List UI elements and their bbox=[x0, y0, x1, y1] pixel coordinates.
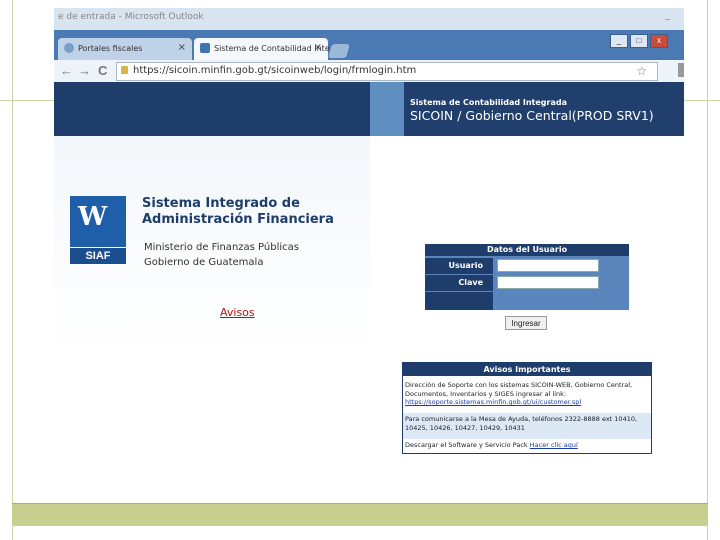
minimize-icon[interactable]: _ bbox=[665, 10, 670, 20]
login-box: Datos del Usuario Usuario Clave bbox=[425, 244, 629, 310]
ministry-name: Ministerio de Finanzas Públicas Gobierno… bbox=[144, 240, 299, 270]
notice-item: Descargar el Software y Servicio Pack Ha… bbox=[403, 439, 651, 453]
notices-heading: Avisos Importantes bbox=[403, 363, 651, 376]
header-stripe bbox=[370, 82, 404, 136]
wrench-icon[interactable] bbox=[678, 63, 684, 77]
tab-sicoin[interactable]: Sistema de Contabilidad Inte × bbox=[194, 38, 330, 60]
notice-text: Descargar el Software y Servicio Pack bbox=[405, 441, 528, 449]
user-label: Usuario bbox=[425, 258, 493, 274]
tab-label: Portales fiscales bbox=[78, 44, 143, 53]
back-arrow-icon[interactable]: ← bbox=[60, 63, 73, 78]
notice-text: Dirección de Soporte con los sistemas SI… bbox=[405, 381, 633, 398]
tab-strip: Portales fiscales × Sistema de Contabili… bbox=[54, 30, 684, 60]
system-title: Sistema Integrado de Administración Fina… bbox=[142, 196, 334, 228]
avisos-link[interactable]: Avisos bbox=[220, 306, 255, 319]
password-input[interactable] bbox=[497, 276, 599, 289]
notice-item: Para comunicarse a la Mesa de Ayuda, tel… bbox=[403, 413, 651, 439]
address-bar[interactable]: https://sicoin.minfin.gob.gt/sicoinweb/l… bbox=[116, 62, 658, 81]
slide-frame-left bbox=[12, 0, 13, 540]
login-password-row: Clave bbox=[425, 275, 629, 291]
header-title: SICOIN / Gobierno Central(PROD SRV1) bbox=[410, 108, 654, 123]
header-left-banner bbox=[54, 82, 370, 136]
tab-portales-fiscales[interactable]: Portales fiscales × bbox=[58, 38, 192, 60]
address-url[interactable]: https://sicoin.minfin.gob.gt/sicoinweb/l… bbox=[133, 65, 416, 76]
siaf-logo: W SIAF bbox=[70, 196, 126, 264]
forward-arrow-icon[interactable]: → bbox=[78, 63, 91, 78]
siaf-emblem-icon: W bbox=[78, 202, 108, 232]
close-icon[interactable]: × bbox=[314, 42, 322, 53]
slide-frame-right bbox=[707, 0, 708, 540]
notice-text: Para comunicarse a la Mesa de Ayuda, tel… bbox=[405, 415, 638, 432]
browser-toolbar: ← → C https://sicoin.minfin.gob.gt/sicoi… bbox=[54, 60, 684, 83]
window-titlebar: e de entrada - Microsoft Outlook _ bbox=[54, 8, 684, 30]
notices-box: Avisos Importantes Dirección de Soporte … bbox=[402, 362, 652, 454]
window-close-button[interactable]: x bbox=[650, 34, 668, 48]
lock-icon bbox=[121, 66, 128, 74]
page-content: Sistema de Contabilidad Integrada SICOIN… bbox=[54, 82, 684, 498]
login-heading: Datos del Usuario bbox=[425, 244, 629, 256]
window-minimize-button[interactable]: _ bbox=[610, 34, 628, 48]
user-input[interactable] bbox=[497, 259, 599, 272]
login-footer bbox=[425, 292, 493, 310]
bookmark-star-icon[interactable]: ☆ bbox=[636, 64, 647, 78]
globe-icon bbox=[64, 43, 74, 53]
notice-link[interactable]: https://soporte.sistemas.minfin.gob.gt/u… bbox=[405, 398, 581, 406]
browser-window: e de entrada - Microsoft Outlook _ Porta… bbox=[54, 8, 684, 498]
window-maximize-button[interactable]: □ bbox=[630, 34, 648, 48]
notice-link[interactable]: Hacer clic aquí bbox=[530, 441, 578, 449]
reload-icon[interactable]: C bbox=[98, 63, 107, 78]
window-title: e de entrada - Microsoft Outlook bbox=[58, 12, 204, 22]
header-subtitle: Sistema de Contabilidad Integrada bbox=[410, 98, 567, 107]
close-icon[interactable]: × bbox=[178, 42, 186, 53]
system-title-line1: Sistema Integrado de bbox=[142, 196, 300, 211]
system-title-line2: Administración Financiera bbox=[142, 212, 334, 227]
new-tab-button[interactable] bbox=[328, 44, 350, 58]
tab-label: Sistema de Contabilidad Inte bbox=[214, 44, 330, 53]
ministry-line1: Ministerio de Finanzas Públicas bbox=[144, 242, 299, 253]
slide-bottom-band bbox=[12, 503, 708, 526]
siaf-logo-text: SIAF bbox=[70, 247, 126, 264]
ingresar-button[interactable]: Ingresar bbox=[505, 316, 547, 330]
left-panel bbox=[54, 136, 370, 498]
ministry-line2: Gobierno de Guatemala bbox=[144, 257, 264, 268]
login-user-row: Usuario bbox=[425, 258, 629, 274]
password-label: Clave bbox=[425, 275, 493, 291]
page-icon bbox=[200, 43, 210, 53]
notice-item: Dirección de Soporte con los sistemas SI… bbox=[403, 379, 651, 413]
